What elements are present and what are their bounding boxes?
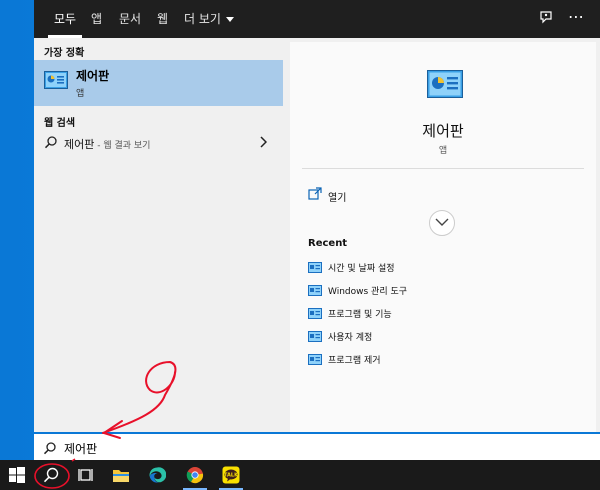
expand-button[interactable] bbox=[429, 210, 455, 236]
taskbar-search-button[interactable] bbox=[34, 460, 68, 490]
feedback-icon[interactable] bbox=[536, 9, 556, 29]
control-panel-small-icon bbox=[308, 285, 322, 296]
kakaotalk-button[interactable]: TALK bbox=[214, 460, 248, 490]
tab-apps[interactable]: 앱 bbox=[91, 0, 102, 38]
tab-web[interactable]: 웹 bbox=[157, 0, 168, 38]
recent-heading: Recent bbox=[308, 238, 348, 249]
recent-item-label: 프로그램 제거 bbox=[328, 356, 381, 366]
results-list: 가장 정확 제어판 앱 웹 검색 제어판 - 웹 결과 보기 bbox=[34, 38, 284, 432]
web-result-query: 제어판 bbox=[64, 138, 95, 151]
control-panel-small-icon bbox=[308, 308, 322, 319]
web-result-text: 제어판 - 웹 결과 보기 bbox=[64, 136, 150, 152]
open-label: 열기 bbox=[328, 193, 347, 204]
file-explorer-button[interactable] bbox=[104, 460, 138, 490]
windows-start-icon bbox=[9, 467, 25, 483]
tab-all[interactable]: 모두 bbox=[47, 0, 83, 38]
preview-divider bbox=[302, 168, 584, 169]
control-panel-small-icon bbox=[308, 262, 322, 273]
kakaotalk-icon: TALK bbox=[222, 466, 240, 484]
best-match-item[interactable]: 제어판 앱 bbox=[34, 60, 283, 106]
task-view-icon bbox=[78, 469, 93, 481]
best-match-type: 앱 bbox=[76, 89, 85, 99]
recent-item-label: Windows 관리 도구 bbox=[328, 287, 408, 297]
search-icon bbox=[44, 136, 57, 149]
web-search-heading: 웹 검색 bbox=[44, 118, 76, 129]
chevron-down-icon bbox=[435, 218, 449, 226]
chevron-right-icon[interactable] bbox=[259, 136, 268, 151]
search-filter-bar: 모두 앱 문서 웹 더 보기 ⋯ bbox=[34, 0, 600, 38]
start-search-panel: 모두 앱 문서 웹 더 보기 ⋯ 가장 정확 제어판 앱 웹 검색 제어판 - … bbox=[34, 0, 600, 460]
search-input[interactable] bbox=[62, 438, 486, 458]
tab-more-label: 더 보기 bbox=[184, 12, 221, 26]
preview-app-name: 제어판 bbox=[422, 122, 464, 140]
control-panel-small-icon bbox=[308, 354, 322, 365]
recent-item-label: 사용자 계정 bbox=[328, 333, 373, 343]
preview-app-type: 앱 bbox=[438, 146, 448, 156]
control-panel-small-icon bbox=[308, 331, 322, 342]
tab-more[interactable]: 더 보기 bbox=[184, 0, 234, 38]
file-explorer-icon bbox=[113, 470, 129, 482]
recent-item-label: 시간 및 날짜 설정 bbox=[328, 264, 395, 274]
chrome-button[interactable] bbox=[178, 460, 212, 490]
web-search-result[interactable]: 제어판 - 웹 결과 보기 bbox=[34, 130, 283, 156]
control-panel-large-icon bbox=[427, 70, 463, 98]
edge-icon bbox=[149, 467, 166, 483]
caret-down-icon bbox=[225, 17, 234, 22]
best-match-name: 제어판 bbox=[76, 69, 110, 83]
web-result-suffix: - 웹 결과 보기 bbox=[94, 141, 151, 151]
taskbar: TALK bbox=[0, 460, 600, 490]
start-button[interactable] bbox=[0, 460, 34, 490]
recent-item-label: 프로그램 및 기능 bbox=[328, 310, 392, 320]
search-icon bbox=[43, 467, 59, 483]
preview-pane: 제어판 앱 열기 Recent 시간 및 날짜 설정 Windows 관리 도구… bbox=[290, 42, 596, 432]
task-view-button[interactable] bbox=[69, 460, 103, 490]
tab-documents[interactable]: 문서 bbox=[119, 0, 141, 38]
chrome-icon bbox=[186, 467, 204, 484]
svg-text:TALK: TALK bbox=[224, 473, 239, 479]
best-match-heading: 가장 정확 bbox=[44, 48, 85, 59]
open-icon bbox=[308, 187, 322, 200]
search-icon bbox=[43, 442, 56, 455]
more-icon[interactable]: ⋯ bbox=[566, 9, 586, 29]
edge-button[interactable] bbox=[140, 460, 174, 490]
control-panel-icon bbox=[44, 71, 68, 89]
search-box[interactable] bbox=[34, 432, 600, 462]
